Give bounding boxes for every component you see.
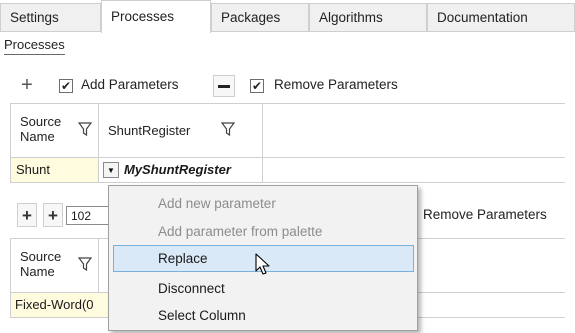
tab-label: Documentation (437, 10, 528, 25)
tab-label: Algorithms (319, 10, 383, 25)
header-label-line1: Source (20, 249, 62, 264)
add-icon[interactable]: + (16, 74, 38, 96)
remove-parameters-checkbox[interactable]: ✔ (250, 79, 264, 93)
checkmark-icon: ✔ (251, 79, 263, 93)
tab-documentation[interactable]: Documentation (427, 3, 575, 31)
header-label-line2: Name (20, 129, 55, 144)
menu-item-add-parameter-from-palette[interactable]: Add parameter from palette (113, 218, 414, 245)
header-label-line1: Source (20, 114, 62, 129)
grid-header: Source Name ShuntRegister (11, 104, 565, 158)
column-header-source-name[interactable]: Source Name (11, 239, 99, 293)
menu-item-add-new-parameter[interactable]: Add new parameter (113, 190, 414, 217)
filter-icon[interactable] (78, 122, 92, 136)
remove-parameters-label-2: Remove Parameters (423, 207, 547, 222)
source-name-cell[interactable]: Shunt (11, 158, 99, 182)
chevron-down-icon[interactable]: ▼ (103, 162, 119, 178)
column-header-shunt-register[interactable]: ShuntRegister (99, 104, 263, 158)
menu-item-select-column[interactable]: Select Column (113, 302, 414, 329)
tab-packages[interactable]: Packages (211, 3, 309, 31)
parameters-toolbar: + ✔ Add Parameters ✔ Remove Parameters (16, 72, 556, 98)
mouse-pointer-icon (255, 253, 270, 275)
filter-icon[interactable] (78, 257, 92, 271)
column-header-source-name[interactable]: Source Name (11, 104, 99, 158)
shunt-register-cell[interactable]: ▼ MyShuntRegister (99, 158, 263, 182)
tab-label: Packages (221, 10, 281, 25)
header-label: ShuntRegister (108, 123, 191, 138)
add-button[interactable]: + (17, 203, 37, 227)
filter-icon[interactable] (221, 122, 235, 136)
add-parameters-label: Add Parameters (81, 77, 179, 92)
tab-settings[interactable]: Settings (0, 3, 101, 31)
tab-label: Processes (111, 9, 175, 24)
tab-label: Settings (10, 10, 59, 25)
remove-parameters-label: Remove Parameters (274, 77, 398, 92)
tab-algorithms[interactable]: Algorithms (309, 3, 427, 31)
section-title: Processes (4, 37, 65, 55)
value-field[interactable]: 102 (66, 206, 114, 225)
checkmark-icon: ✔ (60, 79, 72, 93)
source-name-cell[interactable]: Fixed-Word(0 (11, 293, 111, 317)
remove-button[interactable] (213, 75, 235, 97)
minus-icon (218, 84, 230, 88)
header-label-line2: Name (20, 264, 55, 279)
menu-item-disconnect[interactable]: Disconnect (113, 275, 414, 302)
tab-processes[interactable]: Processes (101, 0, 211, 33)
add-parameters-checkbox[interactable]: ✔ (59, 79, 73, 93)
add-more-button[interactable]: + (43, 203, 63, 227)
mapping-grid: Source Name ShuntRegister Shunt ▼ MyShun… (10, 103, 565, 183)
tab-bar: Settings Processes Packages Algorithms D… (0, 0, 575, 33)
value-field-text: 102 (71, 209, 92, 223)
table-row: Shunt ▼ MyShuntRegister (11, 158, 565, 183)
selected-value: MyShuntRegister (124, 162, 231, 177)
